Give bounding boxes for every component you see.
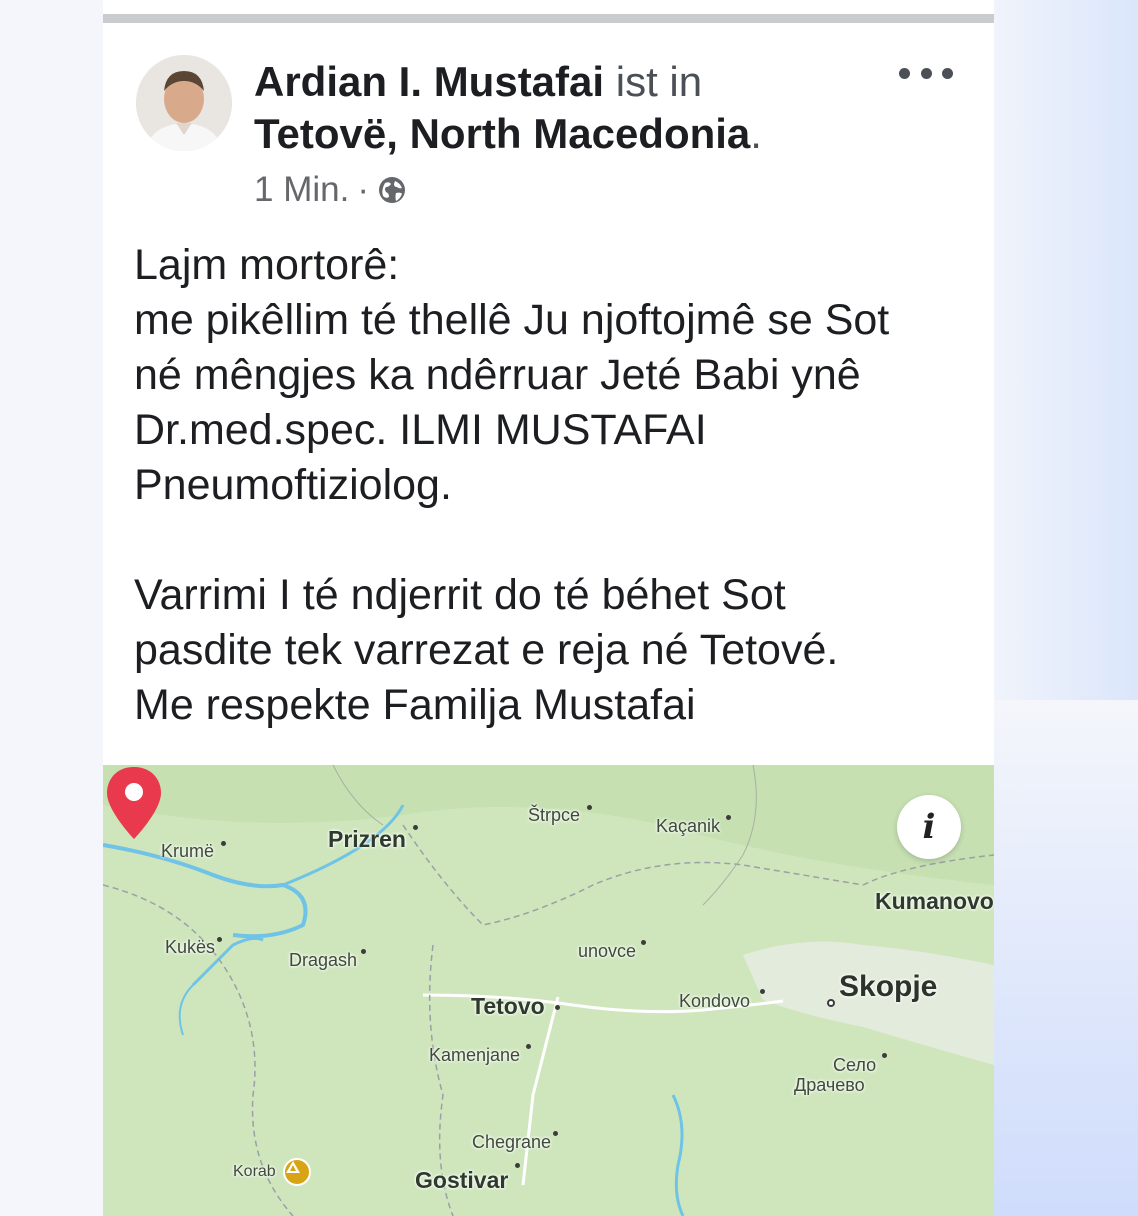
info-icon: i bbox=[922, 807, 936, 847]
location-pin-icon[interactable] bbox=[103, 765, 165, 841]
mountain-icon bbox=[283, 1158, 311, 1186]
map-info-button[interactable]: i bbox=[897, 795, 961, 859]
map-place-dot bbox=[217, 937, 222, 942]
post-body: Lajm mortorê: me pikêllim té thellê Ju n… bbox=[134, 238, 984, 733]
map-place-label: Tetovo bbox=[471, 993, 545, 1019]
more-dots-icon bbox=[899, 67, 910, 79]
post-text-line: pasdite tek varrezat e reja né Tetové. bbox=[134, 626, 839, 674]
post-text-line: Varrimi I té ndjerrit do té béhet Sot bbox=[134, 571, 786, 619]
map-place-label: Korab bbox=[233, 1163, 276, 1180]
map-place-label: Štrpce bbox=[528, 805, 581, 825]
author-avatar[interactable] bbox=[136, 55, 232, 151]
map-place-dot bbox=[553, 1131, 558, 1136]
map-place-label: Драчево bbox=[794, 1075, 865, 1095]
post-timestamp[interactable]: 1 Min. bbox=[254, 170, 349, 210]
map-place-label: Prizren bbox=[328, 826, 406, 852]
map-place-dot bbox=[760, 989, 765, 994]
map-place-dot bbox=[555, 1005, 560, 1010]
map-place-label: Dragash bbox=[289, 950, 358, 970]
map-place-label: Kamenjane bbox=[429, 1045, 521, 1065]
author-name[interactable]: Ardian I. Mustafai bbox=[254, 58, 604, 105]
map-place-label: Kukës bbox=[165, 937, 216, 957]
location-suffix: . bbox=[750, 110, 762, 157]
map-place-label: Chegrane bbox=[472, 1132, 552, 1152]
more-dots-icon bbox=[920, 67, 932, 79]
post-text-line: Lajm mortorê: bbox=[134, 241, 400, 289]
map-place-dot bbox=[641, 940, 646, 945]
map-place-dot bbox=[413, 825, 418, 830]
map-place-label: Село bbox=[833, 1055, 877, 1075]
map-place-label: unovce bbox=[578, 941, 637, 961]
location-link[interactable]: Tetovë, North Macedonia bbox=[254, 110, 750, 157]
location-connector: ist in bbox=[615, 58, 703, 105]
capital-marker bbox=[827, 999, 835, 1007]
post-top-divider bbox=[103, 14, 994, 23]
background-gradient bbox=[994, 700, 1138, 1216]
map-place-dot bbox=[526, 1044, 531, 1049]
location-map[interactable]: Krumë Prizren Štrpce Kaçanik Kumanovo Ku… bbox=[103, 765, 994, 1216]
map-place-label: Kaçanik bbox=[656, 816, 721, 836]
map-place-label: Kondovo bbox=[679, 991, 751, 1011]
map-place-dot bbox=[221, 841, 226, 846]
facebook-post: Ardian I. Mustafai ist in Tetovë, North … bbox=[103, 0, 994, 1216]
map-place-dot bbox=[587, 805, 592, 810]
post-header: Ardian I. Mustafai ist in Tetovë, North … bbox=[254, 56, 894, 160]
post-text-line: me pikêllim té thellê Ju njoftojmê se So… bbox=[134, 296, 890, 344]
map-place-dot bbox=[361, 949, 366, 954]
map-place-dot bbox=[882, 1053, 887, 1058]
more-dots-icon bbox=[942, 67, 953, 79]
map-place-label: Gostivar bbox=[415, 1167, 509, 1193]
map-place-label: Skopje bbox=[839, 970, 938, 1003]
post-text-line: né mêngjes ka ndêrruar Jeté Babi ynê bbox=[134, 351, 861, 399]
post-meta: 1 Min. · bbox=[254, 168, 407, 212]
post-text-line: Dr.med.spec. ILMI MUSTAFAI bbox=[134, 406, 707, 454]
globe-icon[interactable] bbox=[377, 175, 407, 205]
meta-separator: · bbox=[357, 170, 369, 209]
post-text-line: Pneumoftiziolog. bbox=[134, 461, 452, 509]
map-place-label: Kumanovo bbox=[875, 888, 994, 914]
post-text-line: Me respekte Familja Mustafai bbox=[134, 681, 696, 729]
map-place-dot bbox=[726, 815, 731, 820]
map-place-label: Krumë bbox=[161, 841, 215, 861]
more-options-button[interactable] bbox=[899, 58, 953, 88]
map-place-dot bbox=[515, 1163, 520, 1168]
